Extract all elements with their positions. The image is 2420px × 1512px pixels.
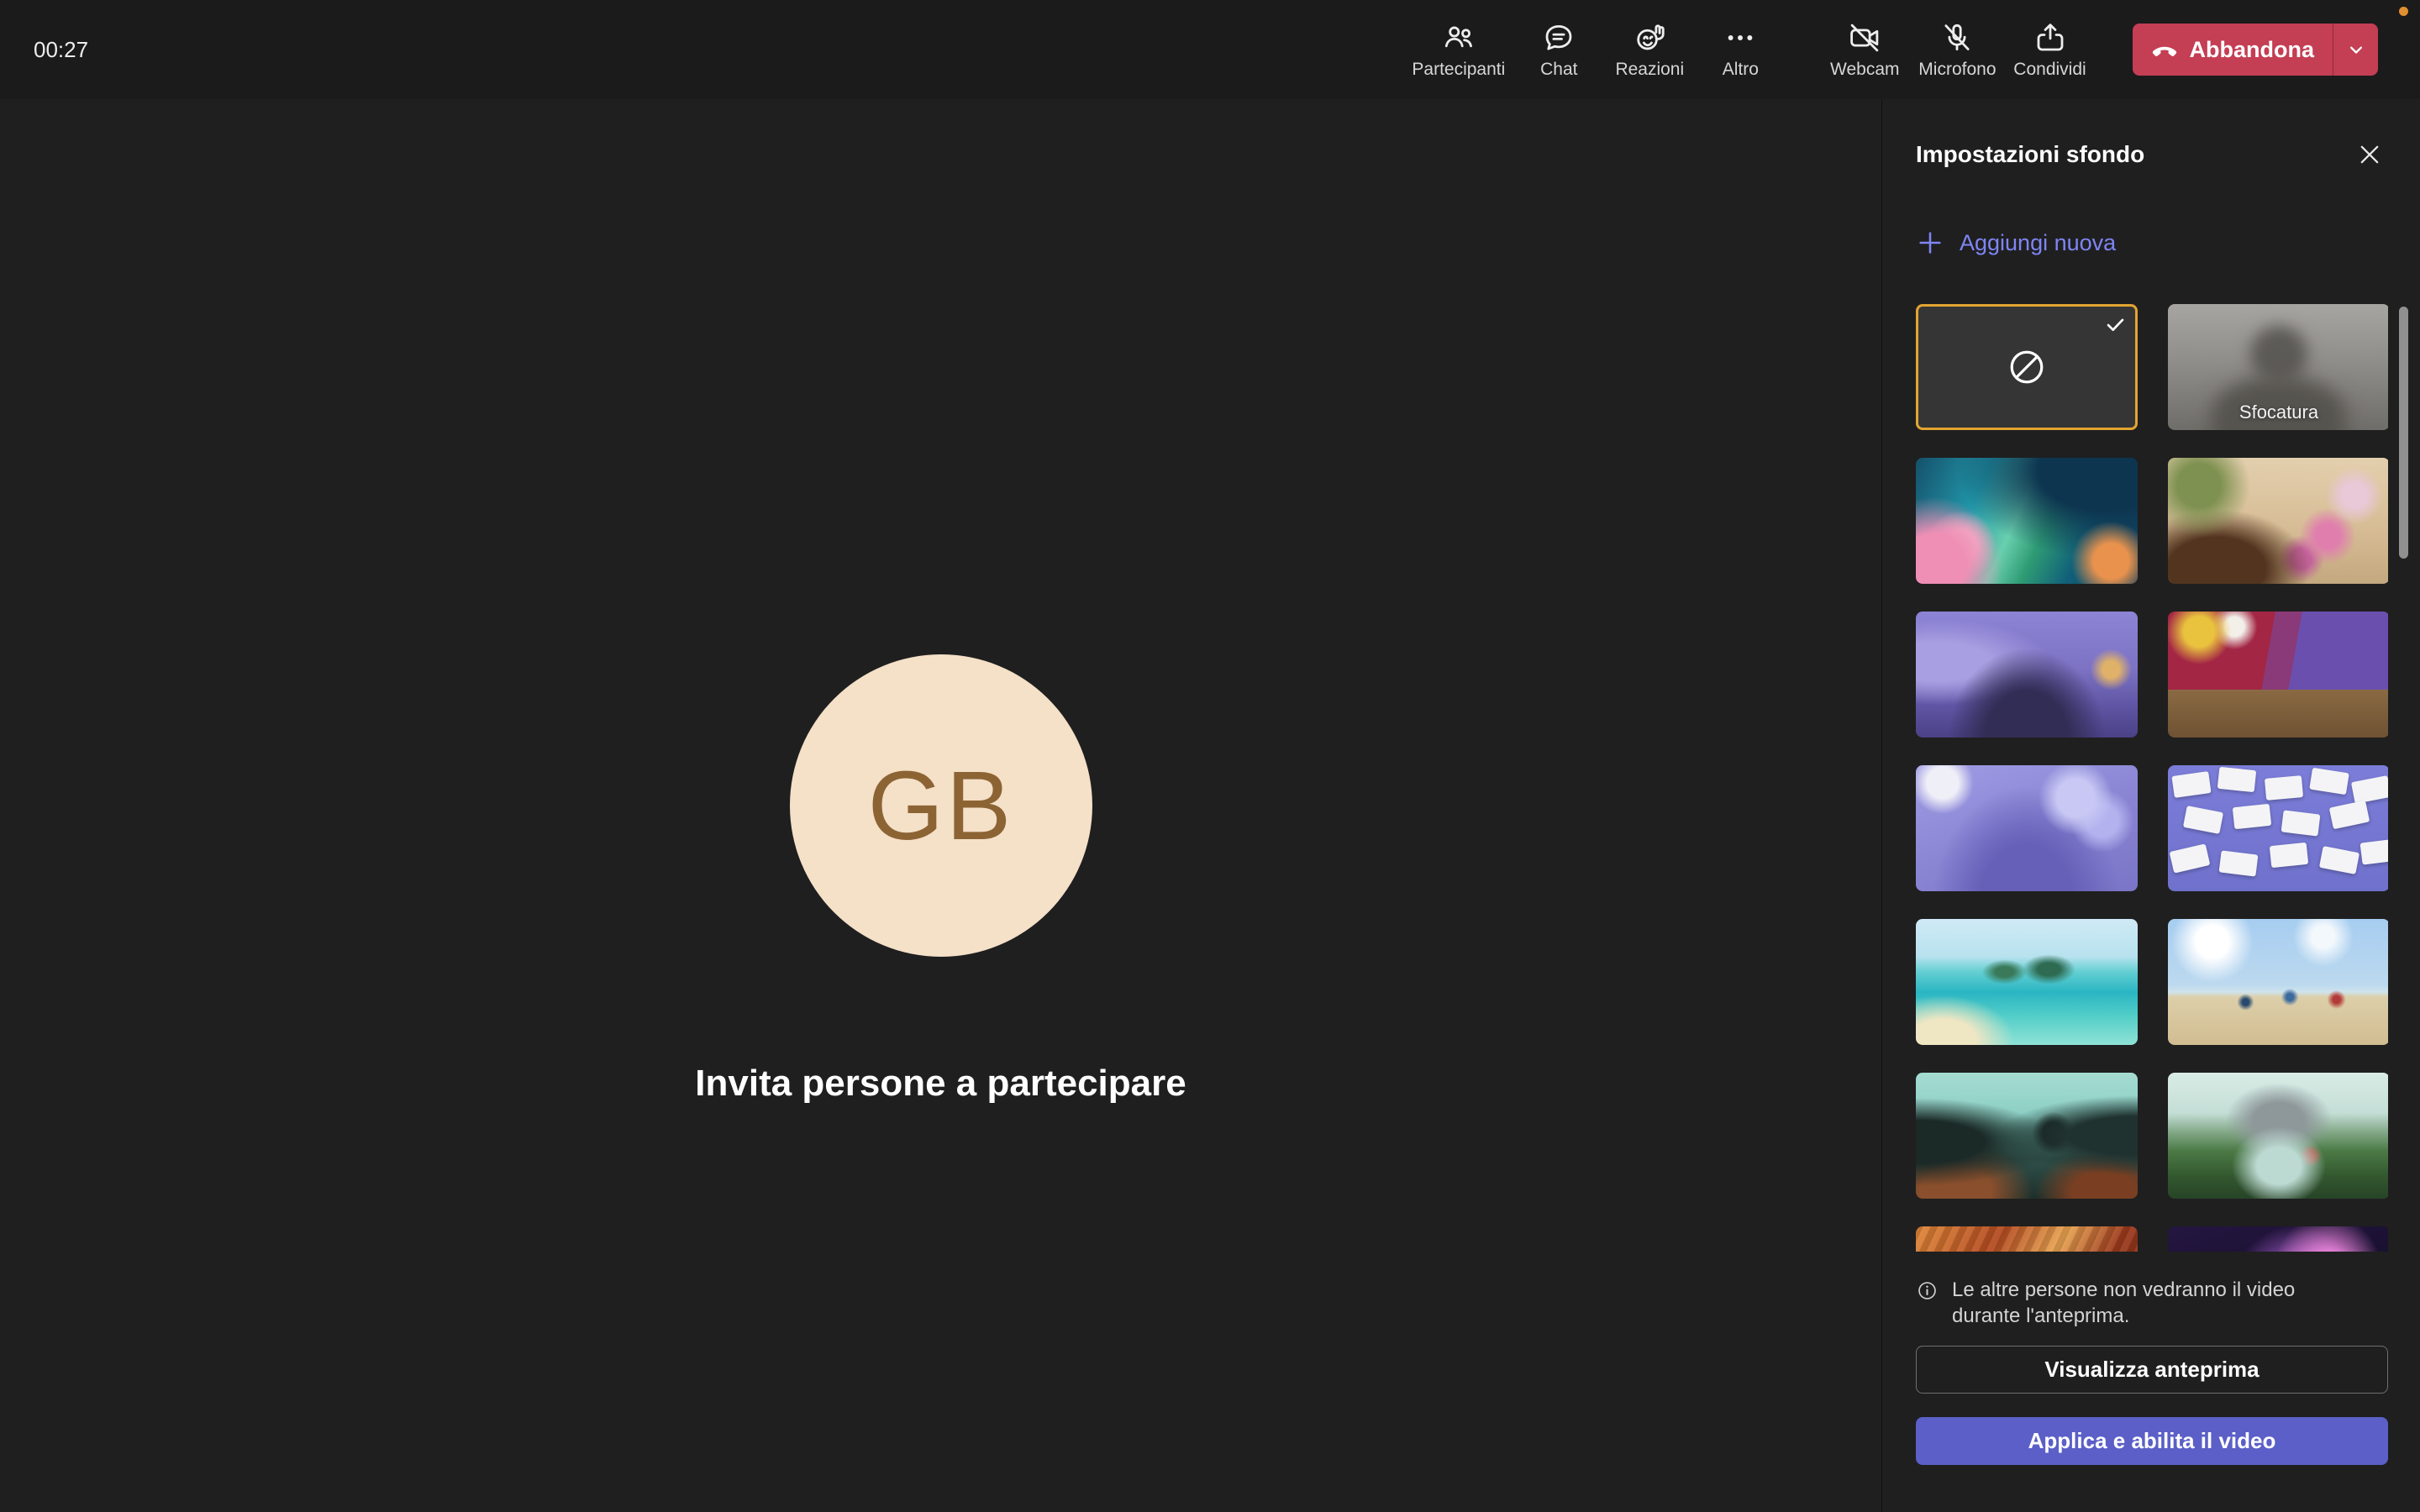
close-panel-button[interactable]	[2351, 136, 2388, 173]
toolbar-button-share[interactable]: Condividi	[2008, 17, 2092, 83]
phone-hangup-icon	[2149, 34, 2180, 65]
background-thumbnail-galaxy[interactable]	[2168, 1226, 2388, 1252]
background-thumbnail-purple-lounge[interactable]	[1916, 612, 2138, 738]
share-icon	[2033, 20, 2068, 55]
preview-note: Le altre persone non vedranno il video d…	[1916, 1277, 2388, 1329]
avatar-initials: GB	[868, 749, 1014, 862]
background-label: Sfocatura	[2168, 402, 2388, 423]
toolbar-actions: Partecipanti Chat Reazioni Altro Webcam Micr…	[1407, 17, 2378, 83]
background-thumbnail-green-valley[interactable]	[2168, 1073, 2388, 1199]
leave-button-group: Abbandona	[2133, 24, 2379, 76]
invite-text: Invita persone a partecipare	[0, 1063, 1881, 1105]
add-new-background-button[interactable]: Aggiungi nuova	[1916, 228, 2388, 257]
apply-button[interactable]: Applica e abilita il video	[1916, 1417, 2388, 1465]
meeting-stage: GB Invita persone a partecipare	[0, 99, 1881, 1512]
selected-check-icon	[2104, 313, 2127, 336]
background-thumbnail-none[interactable]	[1916, 304, 2138, 430]
notification-dot	[2399, 7, 2408, 16]
leave-button[interactable]: Abbandona	[2133, 24, 2333, 76]
mic-off-icon	[1939, 20, 1975, 55]
toolbar-button-label: Partecipanti	[1412, 60, 1505, 80]
background-thumbnail-abstract-waves[interactable]	[1916, 458, 2138, 584]
toolbar-button-participants[interactable]: Partecipanti	[1407, 17, 1510, 83]
toolbar-button-label: Condividi	[2013, 60, 2086, 80]
camera-off-icon	[1847, 20, 1882, 55]
toolbar-button-label: Altro	[1723, 60, 1759, 80]
toolbar-button-label: Chat	[1540, 60, 1577, 80]
toolbar-button-label: Microfono	[1918, 60, 1996, 80]
background-thumbnail-blur[interactable]: Sfocatura	[2168, 304, 2388, 430]
reactions-icon	[1632, 20, 1667, 55]
meeting-timer: 00:27	[34, 37, 88, 63]
dots-icon	[1723, 20, 1758, 55]
panel-header: Impostazioni sfondo	[1916, 136, 2388, 173]
toolbar-button-webcam[interactable]: Webcam	[1823, 17, 1907, 83]
toolbar-group-main: Partecipanti Chat Reazioni Altro	[1407, 17, 1782, 83]
circle-slash-icon	[2005, 345, 2049, 389]
toolbar-button-chat[interactable]: Chat	[1517, 17, 1601, 83]
chat-icon	[1541, 20, 1576, 55]
background-thumbnail-celebration[interactable]	[2168, 458, 2388, 584]
leave-button-label: Abbandona	[2190, 37, 2315, 63]
background-grid: Sfocatura	[1916, 304, 2388, 1252]
background-thumbnail-tropical-beach[interactable]	[1916, 919, 2138, 1045]
plus-icon	[1916, 228, 1944, 257]
people-icon	[1441, 20, 1476, 55]
toolbar-button-more[interactable]: Altro	[1698, 17, 1782, 83]
toolbar-group-device: Webcam Microfono Condividi	[1823, 17, 2091, 83]
meeting-toolbar: 00:27 Partecipanti Chat Reazioni Altro Webc…	[0, 0, 2420, 99]
close-icon	[2355, 140, 2384, 169]
panel-scrollbar[interactable]	[2399, 307, 2408, 1254]
add-new-label: Aggiungi nuova	[1960, 230, 2116, 256]
preview-button[interactable]: Visualizza anteprima	[1916, 1346, 2388, 1394]
background-grid-viewport: Sfocatura	[1916, 304, 2388, 1252]
background-thumbnail-color-studio[interactable]	[2168, 612, 2388, 738]
background-settings-panel: Impostazioni sfondo Aggiungi nuova Sfoca…	[1881, 99, 2420, 1512]
chevron-down-icon	[2344, 38, 2368, 61]
background-thumbnail-canyon-tree[interactable]	[1916, 1073, 2138, 1199]
meeting-content: GB Invita persone a partecipare Impostaz…	[0, 99, 2420, 1512]
toolbar-button-label: Reazioni	[1615, 60, 1684, 80]
panel-title: Impostazioni sfondo	[1916, 141, 2144, 168]
info-icon	[1916, 1279, 1939, 1302]
scrollbar-thumb[interactable]	[2399, 307, 2408, 559]
toolbar-button-reactions[interactable]: Reazioni	[1607, 17, 1691, 83]
toolbar-button-label: Webcam	[1830, 60, 1899, 80]
background-thumbnail-balloons[interactable]	[1916, 765, 2138, 891]
avatar: GB	[790, 654, 1092, 957]
background-thumbnail-sticky-notes[interactable]	[2168, 765, 2388, 891]
leave-options-button[interactable]	[2333, 24, 2378, 76]
background-thumbnail-orange-canyon[interactable]	[1916, 1226, 2138, 1252]
toolbar-button-microphone[interactable]: Microfono	[1913, 17, 2001, 83]
background-thumbnail-beach-day[interactable]	[2168, 919, 2388, 1045]
preview-note-text: Le altre persone non vedranno il video d…	[1952, 1277, 2355, 1329]
